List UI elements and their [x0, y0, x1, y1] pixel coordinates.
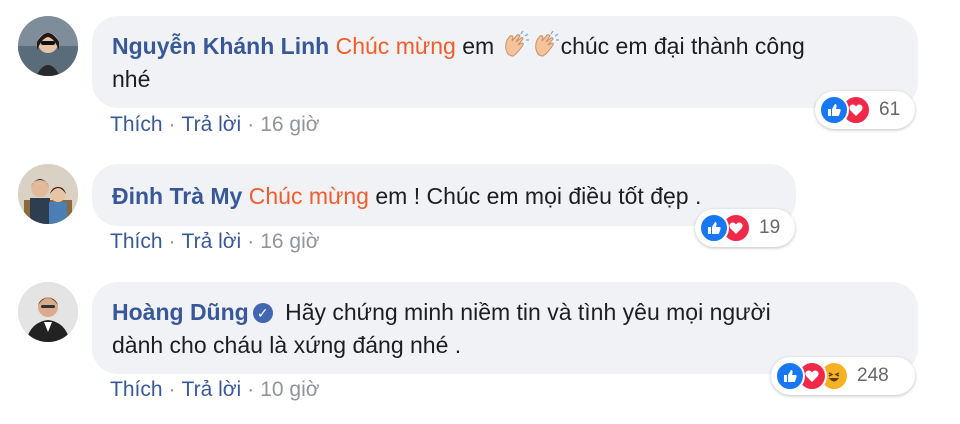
- comment-text: Hãy chứng minh niềm tin và tình yêu mọi …: [285, 299, 771, 325]
- separator: ·: [247, 230, 255, 253]
- like-link[interactable]: Thích: [110, 113, 163, 136]
- reply-link[interactable]: Trả lời: [182, 113, 242, 136]
- comment-bubble: Đinh Trà My Chúc mừng em ! Chúc em mọi đ…: [92, 164, 796, 226]
- like-icon: [775, 361, 805, 391]
- clapping-hands-icon: [531, 30, 561, 60]
- comment-text-line2: nhé: [112, 66, 151, 92]
- like-icon: [699, 213, 729, 243]
- timestamp-link[interactable]: 10 giờ: [260, 378, 319, 401]
- highlight-text: Chúc mừng: [335, 33, 456, 59]
- comment-text: em ! Chúc em mọi điều tốt đẹp .: [368, 183, 702, 209]
- comment-actions: Thích · Trả lời · 16 giờ: [110, 230, 320, 254]
- avatar[interactable]: [18, 164, 78, 224]
- reaction-count: 248: [857, 365, 889, 386]
- comment-actions: Thích · Trả lời · 10 giờ: [110, 378, 320, 402]
- author-name[interactable]: Nguyễn Khánh Linh: [112, 33, 329, 59]
- reactions-summary[interactable]: 19: [695, 209, 795, 247]
- avatar[interactable]: [18, 16, 78, 76]
- reactions-summary[interactable]: 248: [771, 357, 915, 395]
- reply-link[interactable]: Trả lời: [182, 230, 242, 253]
- separator: ·: [168, 230, 176, 253]
- comment-text: em: [455, 33, 501, 59]
- separator: ·: [247, 113, 255, 136]
- like-link[interactable]: Thích: [110, 230, 163, 253]
- author-name[interactable]: Hoàng Dũng: [112, 299, 249, 325]
- clapping-hands-icon: [501, 30, 531, 60]
- reaction-count: 61: [879, 99, 901, 120]
- reactions-summary[interactable]: 61: [815, 91, 915, 129]
- comment-actions: Thích · Trả lời · 16 giờ: [110, 113, 320, 137]
- reply-link[interactable]: Trả lời: [182, 378, 242, 401]
- reaction-count: 19: [759, 217, 781, 238]
- author-name[interactable]: Đinh Trà My: [112, 183, 242, 209]
- separator: ·: [247, 378, 255, 401]
- separator: ·: [168, 378, 176, 401]
- like-link[interactable]: Thích: [110, 378, 163, 401]
- comment-bubble: Nguyễn Khánh Linh Chúc mừng em chúc em đ…: [92, 16, 918, 108]
- separator: ·: [168, 113, 176, 136]
- like-icon: [819, 95, 849, 125]
- comment-text-line2: dành cho cháu là xứng đáng nhé .: [112, 332, 462, 358]
- verified-badge-icon: ✓: [252, 303, 273, 323]
- timestamp-link[interactable]: 16 giờ: [260, 230, 319, 253]
- highlight-text: Chúc mừng: [248, 183, 369, 209]
- avatar[interactable]: [18, 282, 78, 342]
- timestamp-link[interactable]: 16 giờ: [260, 113, 319, 136]
- comment-text: chúc em đại thành công: [560, 33, 805, 59]
